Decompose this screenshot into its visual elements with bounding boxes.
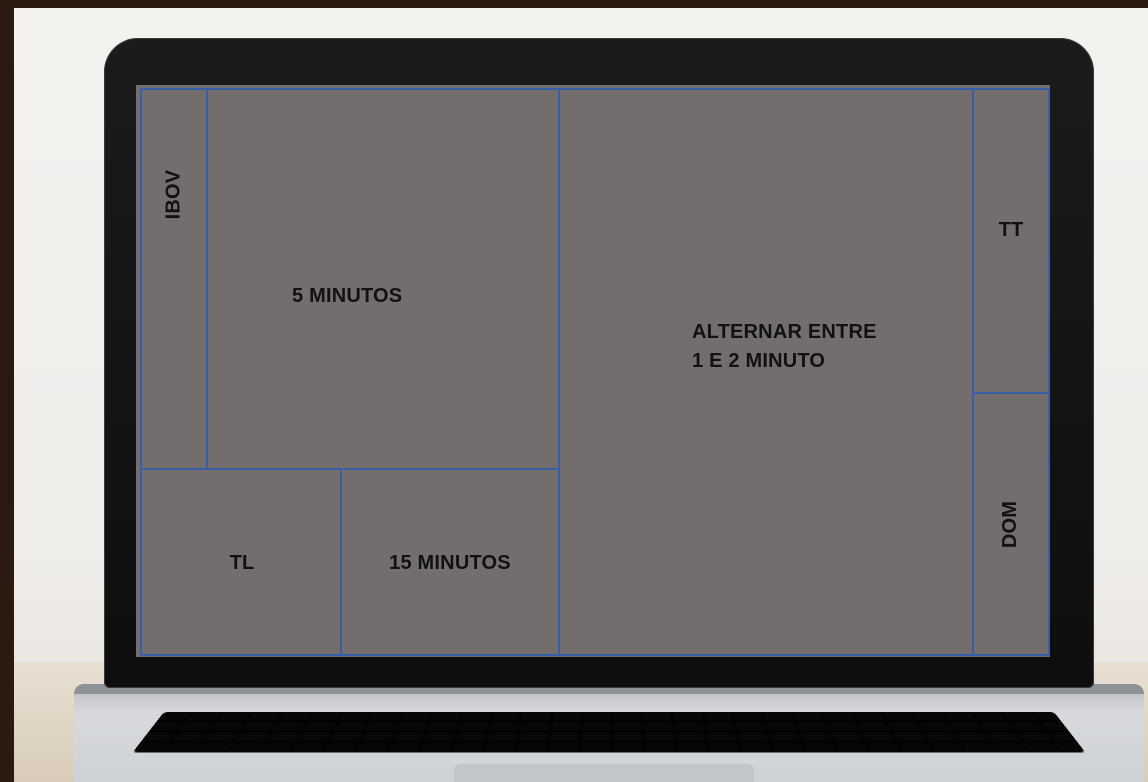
panel-fifteen-minutes-label: 15 MINUTOS [389, 551, 511, 574]
screen-layout: IBOV 5 MINUTOS ALTERNAR ENTRE 1 E 2 MINU… [136, 85, 1050, 657]
panel-fifteen-minutes: 15 MINUTOS [340, 468, 560, 656]
keyboard [132, 712, 1086, 753]
panel-tl-label: TL [229, 551, 255, 574]
panel-tt: TT [972, 88, 1050, 396]
panel-alternate: ALTERNAR ENTRE 1 E 2 MINUTO [558, 88, 974, 656]
panel-tl: TL [140, 468, 342, 656]
trackpad [454, 764, 754, 782]
panel-ibov-label: IBOV [162, 169, 185, 219]
panel-alternate-label-line-2: 1 E 2 MINUTO [692, 350, 826, 372]
panel-dom-label: DOM [999, 500, 1022, 549]
laptop-base [74, 684, 1144, 782]
panel-alternate-label-line-1: ALTERNAR ENTRE [692, 321, 877, 343]
panel-dom: DOM [972, 392, 1050, 656]
panel-five-minutes-label: 5 MINUTOS [292, 285, 403, 307]
panel-five-minutes: 5 MINUTOS [206, 88, 560, 470]
panel-alternate-label: ALTERNAR ENTRE 1 E 2 MINUTO [692, 318, 877, 376]
panel-tt-label: TT [998, 219, 1024, 241]
panel-ibov: IBOV [140, 88, 208, 470]
